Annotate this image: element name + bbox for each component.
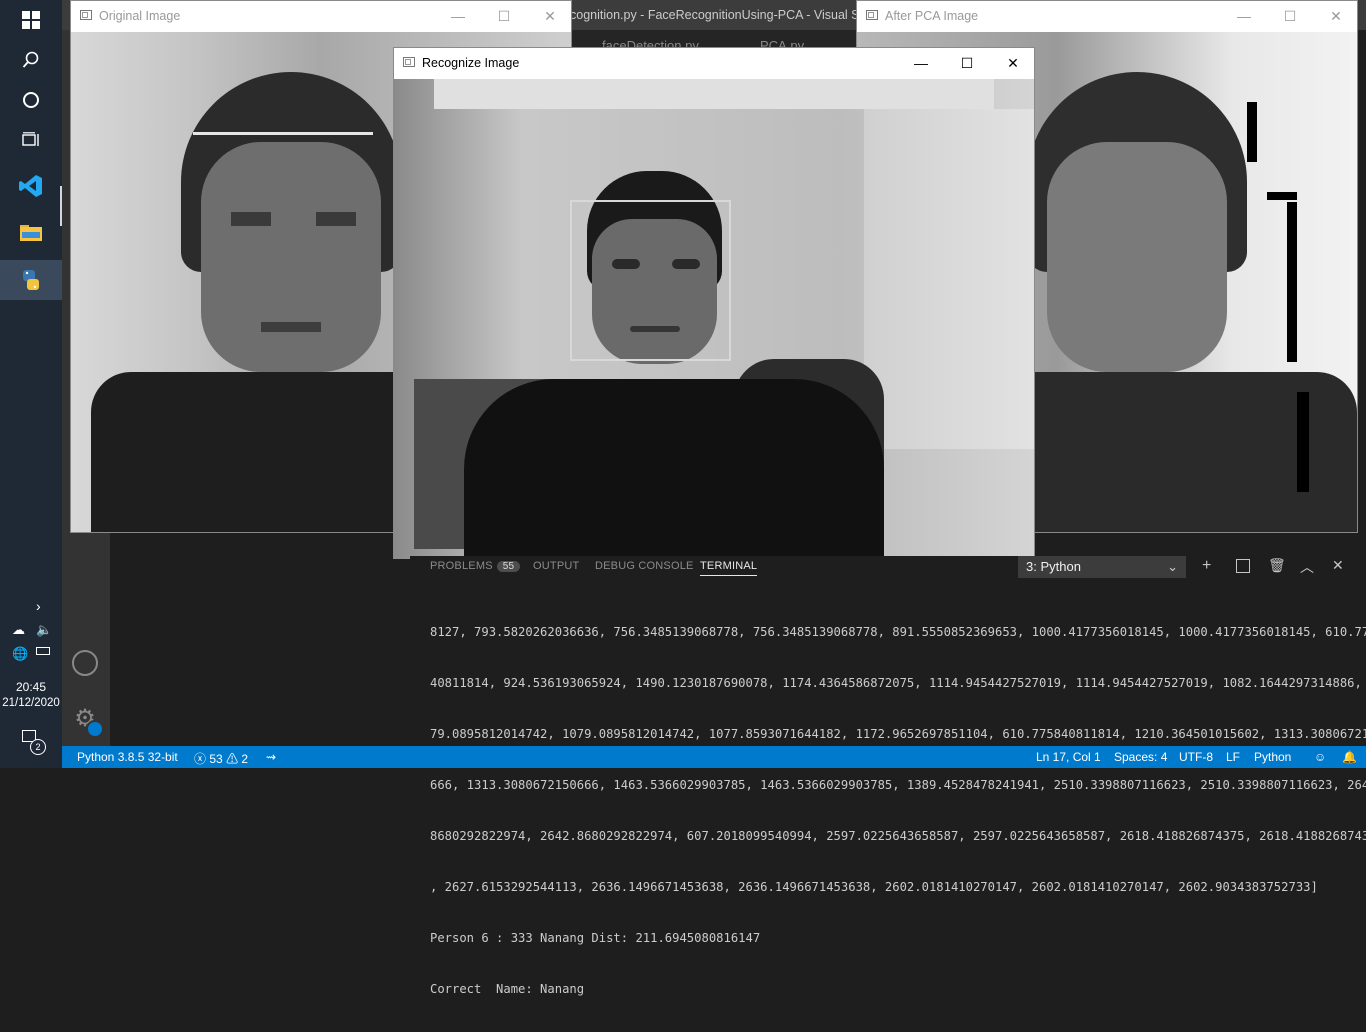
recognize-image-window[interactable]: Recognize Image — ☐ ✕ [393, 47, 1035, 559]
windows-logo-icon [22, 11, 40, 29]
error-icon: ⓧ [194, 752, 207, 766]
terminal-line: 40811814, 924.536193065924, 1490.1230187… [430, 676, 1366, 690]
terminal-line: 666, 1313.3080672150666, 1463.5366029903… [430, 778, 1366, 792]
webcam-frame [394, 79, 1034, 559]
window-app-icon [403, 57, 415, 67]
start-button[interactable] [0, 0, 62, 40]
chevron-up-icon[interactable]: ︿ [1300, 557, 1314, 577]
original-image-titlebar[interactable]: Original Image — ☐ ✕ [71, 1, 571, 31]
network-globe-icon[interactable]: 🌐 [12, 646, 28, 662]
indentation[interactable]: Spaces: 4 [1114, 750, 1167, 764]
split-terminal-icon[interactable] [1236, 559, 1250, 573]
terminal-output[interactable]: 8127, 793.5820262036636, 756.34851390687… [430, 590, 1366, 1032]
folder-icon [20, 225, 42, 241]
close-button[interactable]: ✕ [527, 1, 573, 31]
window-app-icon [866, 10, 878, 20]
recognize-image-title: Recognize Image [422, 56, 520, 70]
volume-icon[interactable]: 🔈 [36, 622, 52, 638]
terminal-selector-value: 3: Python [1026, 559, 1081, 574]
terminal-line: Person 6 : 333 Nanang Dist: 211.69450808… [430, 931, 761, 945]
chevron-down-icon: ⌄ [1167, 559, 1178, 574]
vscode-icon [19, 175, 42, 197]
status-bar: Python 3.8.5 32-bit ⓧ 53 ⚠ 2 ⇝ Ln 17, Co… [62, 746, 1366, 768]
terminal-line: 8127, 793.5820262036636, 756.34851390687… [430, 625, 1366, 639]
after-pca-title: After PCA Image [885, 9, 979, 23]
panel-tab-problems[interactable]: PROBLEMS 55 [430, 560, 521, 572]
problems-count-badge: 55 [496, 561, 521, 572]
minimize-button[interactable]: — [435, 1, 481, 31]
show-hidden-icons-chevron-icon[interactable]: › [36, 598, 41, 614]
panel-tab-output[interactable]: OUTPUT [533, 560, 579, 572]
terminal-line: , 2627.6153292544113, 2636.1496671453638… [430, 880, 1318, 894]
maximize-button[interactable]: ☐ [1267, 1, 1313, 31]
cortana-button[interactable] [0, 80, 62, 120]
window-app-icon [80, 10, 92, 20]
windows-taskbar: › ☁ 🔈 🌐 20:45 21/12/2020 2 [0, 0, 62, 768]
cortana-circle-icon [23, 92, 39, 108]
panel-tab-debug-console[interactable]: DEBUG CONSOLE [595, 560, 694, 572]
new-terminal-plus-icon[interactable]: + [1202, 557, 1211, 575]
close-panel-icon[interactable]: ✕ [1332, 557, 1344, 574]
problems-status[interactable]: ⓧ 53 ⚠ 2 [194, 750, 248, 767]
close-button[interactable]: ✕ [1313, 1, 1359, 31]
panel-tab-problems-label: PROBLEMS [430, 560, 493, 572]
python-interpreter[interactable]: Python 3.8.5 32-bit [77, 750, 178, 764]
live-share-icon[interactable]: ⇝ [266, 750, 276, 764]
clock-date[interactable]: 21/12/2020 [0, 697, 62, 709]
encoding[interactable]: UTF-8 [1179, 750, 1213, 764]
clock-time[interactable]: 20:45 [0, 680, 62, 694]
task-view-icon [22, 132, 39, 146]
battery-icon[interactable] [36, 647, 52, 657]
face-detection-box [570, 200, 731, 361]
after-pca-titlebar[interactable]: After PCA Image — ☐ ✕ [857, 1, 1357, 31]
notification-count-badge: 2 [30, 739, 46, 755]
terminal-line: 8680292822974, 2642.8680292822974, 607.2… [430, 829, 1366, 843]
error-count: 53 [209, 752, 223, 766]
taskbar-vscode[interactable] [0, 166, 62, 206]
end-of-line[interactable]: LF [1226, 750, 1240, 764]
vscode-title: cognition.py - FaceRecognitionUsing-PCA … [570, 8, 877, 22]
cursor-position[interactable]: Ln 17, Col 1 [1036, 750, 1101, 764]
search-button[interactable] [0, 40, 62, 80]
minimize-button[interactable]: — [898, 48, 944, 78]
taskbar-file-explorer[interactable] [0, 212, 62, 252]
original-image-title: Original Image [99, 9, 181, 23]
trash-icon[interactable]: 🗑 [1268, 557, 1286, 574]
update-clock-icon [86, 720, 104, 738]
feedback-icon[interactable]: ☺ [1314, 750, 1326, 764]
python-icon [23, 270, 39, 290]
terminal-selector[interactable]: 3: Python ⌄ [1018, 556, 1186, 578]
bottom-panel: PROBLEMS 55 OUTPUT DEBUG CONSOLE TERMINAL… [410, 556, 1366, 996]
notifications-bell-icon[interactable]: 🔔 [1342, 750, 1357, 764]
panel-tab-terminal[interactable]: TERMINAL [700, 560, 758, 576]
maximize-button[interactable]: ☐ [944, 48, 990, 78]
warning-count: 2 [241, 752, 249, 766]
maximize-button[interactable]: ☐ [481, 1, 527, 31]
account-icon[interactable] [72, 650, 98, 676]
warning-icon: ⚠ [226, 752, 239, 766]
terminal-line: 79.0895812014742, 1079.0895812014742, 10… [430, 727, 1366, 741]
recognize-image-titlebar[interactable]: Recognize Image — ☐ ✕ [394, 48, 1034, 78]
task-view-button[interactable] [0, 120, 62, 160]
taskbar-python[interactable] [0, 260, 62, 300]
minimize-button[interactable]: — [1221, 1, 1267, 31]
close-button[interactable]: ✕ [990, 48, 1036, 78]
onedrive-cloud-icon[interactable]: ☁ [12, 622, 25, 638]
search-icon [22, 51, 39, 68]
language-mode[interactable]: Python [1254, 750, 1291, 764]
terminal-line: Correct Name: Nanang [430, 982, 585, 996]
